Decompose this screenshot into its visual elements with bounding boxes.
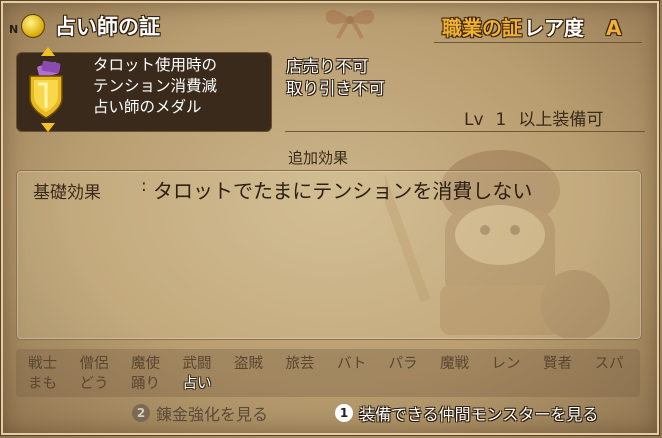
ribbon-decoration: [325, 10, 375, 39]
desc-line: タロット使用時の: [93, 56, 218, 74]
job-sage: 賢者: [543, 356, 572, 372]
scroll-down-arrow-icon[interactable]: [41, 123, 55, 132]
alchemy-view-label: 錬金強化を見る: [156, 405, 269, 424]
job-row: 戦士 僧侶 魔使 武闘 盗賊 旅芸 バト パラ 魔戦 レン 賢者 スパ: [28, 352, 648, 372]
not-tradable-text: 取り引き不可: [286, 79, 385, 98]
effect-text: タロットでたまにテンションを消費しない: [153, 179, 533, 203]
job-dancer: 踊り: [131, 376, 160, 392]
alchemy-view-button[interactable]: 2 錬金強化を見る: [132, 401, 268, 425]
job-ranger: レン: [491, 356, 521, 372]
job-mage: 魔使: [131, 356, 160, 372]
monster-view-label: 装備できる仲間モンスターを見る: [359, 405, 599, 424]
coin-icon: [21, 14, 45, 38]
rarity-grade: A: [606, 16, 622, 40]
not-sellable-text: 店売り不可: [286, 57, 369, 76]
item-category: 職業の証: [442, 16, 522, 40]
job-superstar: スパ: [594, 356, 624, 372]
job-armamentalist: 魔戦: [440, 356, 469, 372]
effect-separator: :: [141, 176, 147, 196]
level-prefix: Lv: [464, 110, 484, 130]
medal-icon: [29, 60, 63, 119]
job-row: まも どう 踊り 占い: [28, 372, 648, 392]
job-list: 戦士 僧侶 魔使 武闘 盗賊 旅芸 バト パラ 魔戦 レン 賢者 スパ まも ど…: [28, 352, 648, 392]
monster-view-button[interactable]: 1 装備できる仲間モンスターを見る: [335, 401, 598, 425]
job-minstrel: 旅芸: [285, 356, 315, 372]
section-divider: [285, 131, 645, 132]
job-priest: 僧侶: [79, 356, 109, 372]
level-suffix: 以上装備可: [518, 110, 604, 130]
level-value: 1: [495, 110, 507, 130]
scroll-up-arrow-icon[interactable]: [41, 47, 55, 56]
item-description: タロット使用時の テンション消費減 占い師のメダル: [93, 55, 268, 118]
job-martial-artist: 武闘: [182, 356, 212, 372]
job-thief: 盗賊: [234, 356, 263, 372]
job-warrior: 戦士: [28, 356, 57, 372]
header-divider: [434, 42, 642, 43]
rarity-info: 職業の証 レア度 A: [442, 12, 621, 41]
job-monster-master: まも: [28, 376, 57, 392]
new-badge: N: [9, 23, 19, 36]
job-luminary: どう: [79, 376, 109, 392]
job-paladin: パラ: [388, 356, 418, 372]
job-fortune-teller: 占い: [182, 376, 212, 392]
button-2-icon: 2: [132, 404, 150, 422]
job-battle-master: バト: [337, 356, 367, 372]
desc-line: テンション消費減: [93, 77, 218, 95]
rarity-label: レア度: [524, 16, 584, 40]
effect-label: 基礎効果: [33, 183, 101, 203]
effects-title: 追加効果: [288, 149, 349, 167]
level-requirement: Lv 1 以上装備可: [464, 105, 615, 130]
item-title: 占い師の証: [55, 15, 160, 39]
desc-line: 占い師のメダル: [93, 98, 202, 116]
button-1-icon: 1: [335, 404, 353, 422]
